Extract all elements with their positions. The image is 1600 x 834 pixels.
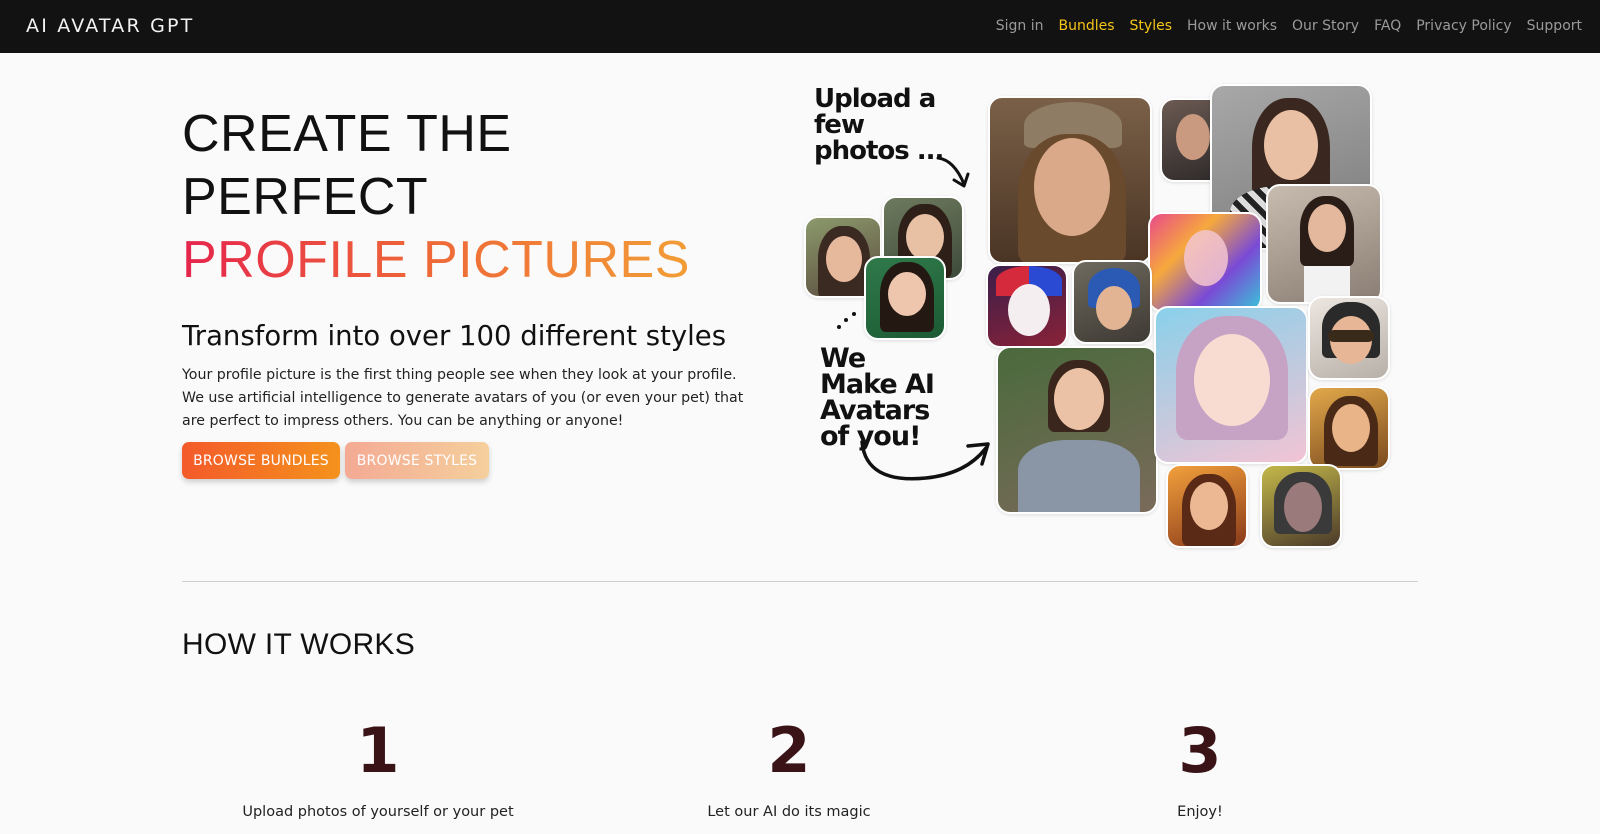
browse-bundles-button[interactable]: BROWSE BUNDLES [182,442,340,479]
nav-privacy-policy[interactable]: Privacy Policy [1416,18,1511,34]
avatar-harlequin [986,264,1068,348]
avatar-viking [988,96,1152,264]
hero-title-profile: PROFILE [182,231,408,289]
step-text: Enjoy! [1177,804,1223,820]
step-number: 2 [767,714,811,787]
upload-caption-line: Upload a [814,84,936,114]
hero-title-line-2: PERFECT [182,168,429,226]
nav-support[interactable]: Support [1527,18,1582,34]
step-text: Let our AI do its magic [707,804,871,820]
nav-bundles[interactable]: Bundles [1059,18,1115,34]
upload-photos-caption: Upload a few photos ... [814,84,944,166]
browse-styles-button[interactable]: BROWSE STYLES [345,442,489,479]
nav-our-story[interactable]: Our Story [1292,18,1359,34]
avatar-pearl-earring [1072,260,1152,344]
curved-arrow-down-icon [936,156,970,188]
step-1: 1 Upload photos of yourself or your pet [178,714,578,821]
dotted-connector-icon [837,312,856,329]
avatar-watercolor [1148,212,1262,312]
step-text: Upload photos of yourself or your pet [242,804,514,820]
nav-styles[interactable]: Styles [1130,18,1172,34]
upload-caption-line: photos ... [814,136,944,166]
hero-title: CREATE THE PERFECT PROFILE PICTURES [182,103,690,292]
avatar-collage: Upload a few photos ... We Make AI Avata… [804,84,1426,564]
avatar-casual-white [1266,184,1382,304]
avatar-anime [1154,306,1308,464]
curved-arrow-right-icon [860,440,990,481]
hero-title-line-1: CREATE THE [182,105,512,163]
section-divider [182,581,1418,582]
step-3: 3 Enjoy! [1000,714,1400,821]
top-navbar: AI AVATAR GPT Sign in Bundles Styles How… [0,0,1600,53]
step-2: 2 Let our AI do its magic [589,714,989,821]
nav-faq[interactable]: FAQ [1374,18,1401,34]
upload-caption-line: few [814,110,865,140]
how-it-works-title: HOW IT WORKS [182,628,416,661]
hero-description: Your profile picture is the first thing … [182,367,744,429]
nav-how-it-works[interactable]: How it works [1187,18,1277,34]
step-number: 1 [356,714,400,787]
avatar-business-suit [996,346,1158,514]
avatar-golden [1308,386,1390,470]
brand-logo[interactable]: AI AVATAR GPT [26,15,194,37]
step-number: 3 [1178,714,1222,787]
hero-title-pictures: PICTURES [422,231,690,289]
hero-subtitle: Transform into over 100 different styles [182,320,727,352]
avatar-sunglasses [1308,296,1390,380]
input-photo-3 [864,256,946,340]
hero-title-line-3: PROFILE PICTURES [182,231,690,289]
avatar-fire [1166,464,1248,548]
main-nav: Sign in Bundles Styles How it works Our … [981,18,1582,34]
nav-sign-in[interactable]: Sign in [996,18,1044,34]
avatar-zombie [1260,464,1342,548]
